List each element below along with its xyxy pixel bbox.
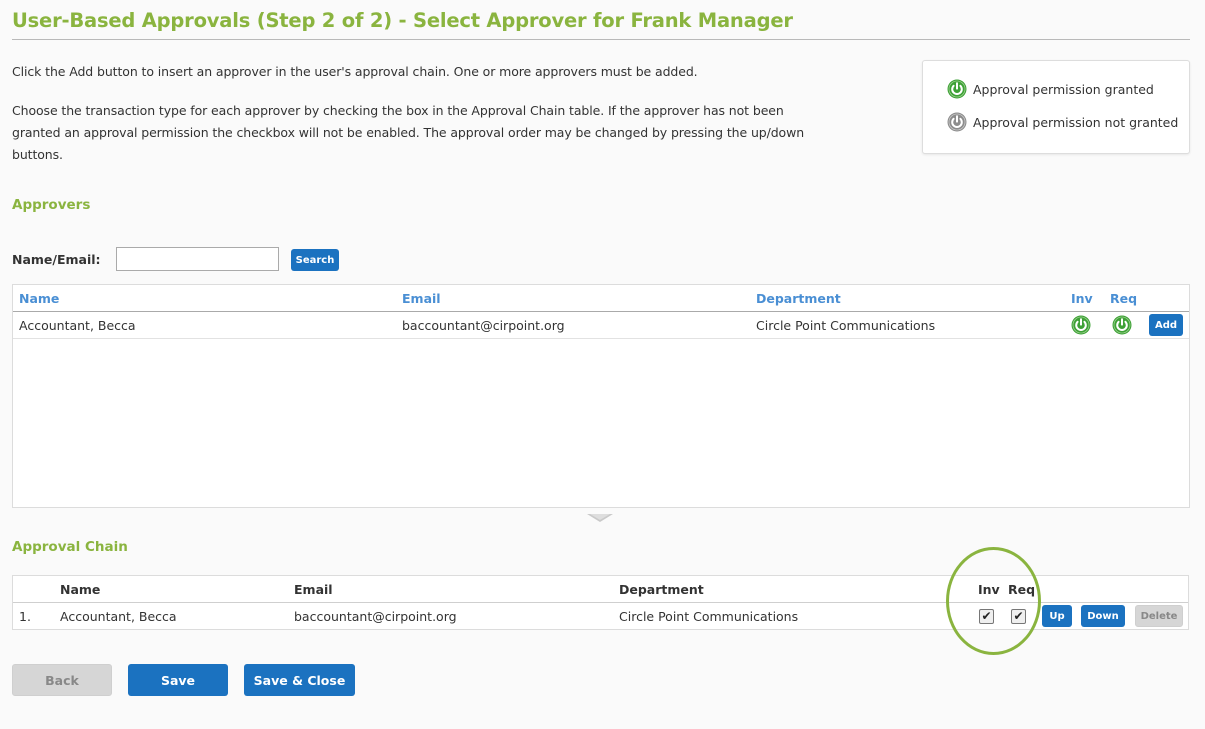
splitter-handle-icon[interactable]: [587, 508, 613, 522]
title-divider: [12, 39, 1190, 40]
chain-column-inv: Inv: [978, 582, 1000, 597]
approver-department: Circle Point Communications: [756, 318, 936, 333]
req-checkbox[interactable]: ✔: [1011, 609, 1026, 624]
approver-email: baccountant@cirpoint.org: [402, 318, 565, 333]
req-power-granted-icon: [1112, 315, 1132, 335]
column-header-inv[interactable]: Inv: [1071, 291, 1093, 306]
approvers-table: Name Email Department Inv Req Accountant…: [12, 284, 1190, 508]
permission-legend: Approval permission granted Approval per…: [922, 60, 1190, 154]
column-header-email[interactable]: Email: [402, 291, 441, 306]
legend-granted-label: Approval permission granted: [973, 81, 1154, 97]
name-email-label: Name/Email:: [12, 252, 101, 267]
chain-approver-name: Accountant, Becca: [60, 609, 177, 624]
chain-column-email: Email: [294, 582, 333, 597]
chain-approver-department: Circle Point Communications: [619, 609, 799, 624]
page-title: User-Based Approvals (Step 2 of 2) - Sel…: [12, 9, 793, 32]
name-email-search-input[interactable]: [116, 247, 279, 271]
move-up-button[interactable]: Up: [1042, 605, 1072, 627]
power-granted-icon: [947, 79, 967, 99]
column-header-department[interactable]: Department: [756, 291, 841, 306]
legend-not-granted-label: Approval permission not granted: [973, 114, 1179, 130]
chain-column-department: Department: [619, 582, 704, 597]
move-down-button[interactable]: Down: [1081, 605, 1125, 627]
save-and-close-button[interactable]: Save & Close: [244, 664, 355, 696]
table-row: Accountant, Becca baccountant@cirpoint.o…: [13, 312, 1189, 339]
chain-approver-email: baccountant@cirpoint.org: [294, 609, 457, 624]
delete-approver-button[interactable]: Delete: [1135, 605, 1183, 627]
approver-name: Accountant, Becca: [19, 318, 136, 333]
approval-chain-header: Name Email Department Inv Req: [13, 576, 1188, 603]
inv-power-granted-icon: [1071, 315, 1091, 335]
legend-not-granted: Approval permission not granted: [947, 112, 1178, 132]
chain-column-req: Req: [1008, 582, 1036, 597]
chain-order-index: 1.: [19, 609, 31, 624]
intro-text-2: Choose the transaction type for each app…: [12, 103, 805, 162]
column-header-name[interactable]: Name: [19, 291, 59, 306]
legend-granted: Approval permission granted: [947, 79, 1154, 99]
intro-text-1: Click the Add button to insert an approv…: [12, 64, 698, 79]
back-button[interactable]: Back: [12, 664, 112, 696]
approval-chain-table: Name Email Department Inv Req 1. Account…: [12, 575, 1189, 630]
approvers-heading: Approvers: [12, 197, 91, 213]
inv-checkbox[interactable]: ✔: [979, 609, 994, 624]
approvers-table-header: Name Email Department Inv Req: [13, 285, 1189, 312]
table-row: 1. Accountant, Becca baccountant@cirpoin…: [13, 603, 1188, 630]
add-approver-button[interactable]: Add: [1149, 314, 1183, 336]
approval-chain-heading: Approval Chain: [12, 539, 128, 555]
search-button[interactable]: Search: [291, 249, 339, 271]
save-button[interactable]: Save: [128, 664, 228, 696]
power-not-granted-icon: [947, 112, 967, 132]
column-header-req[interactable]: Req: [1110, 291, 1137, 306]
chain-column-name: Name: [60, 582, 101, 597]
